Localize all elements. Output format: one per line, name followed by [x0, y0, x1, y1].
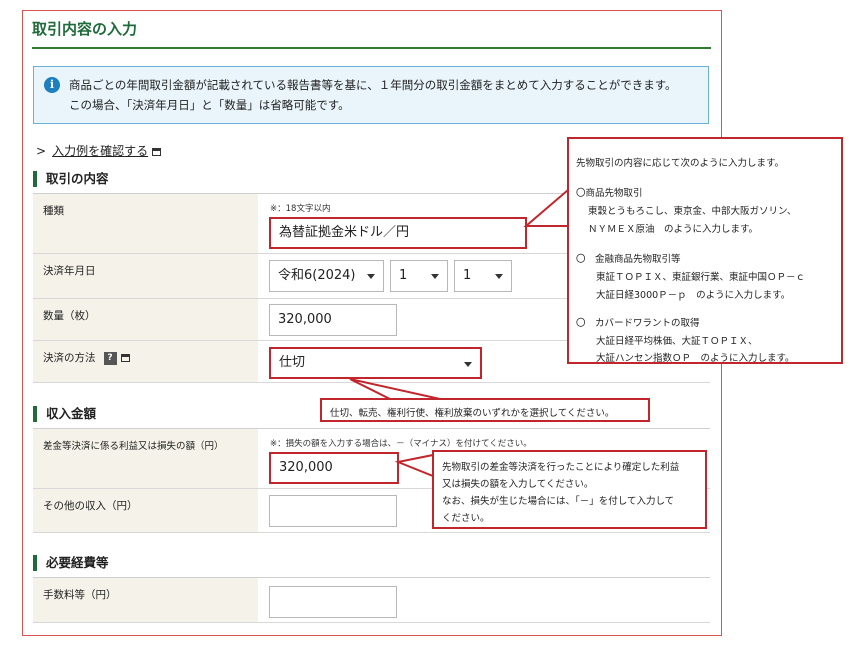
- date-label: 決済年月日: [33, 254, 258, 298]
- callout-text: なお、損失が生じた場合には、「－」を付して入力して: [442, 496, 675, 507]
- input-example-link[interactable]: > 入力例を確認する: [36, 142, 162, 159]
- info-text-line1: 商品ごとの年間取引金額が記載されている報告書等を基に、１年間分の取引金額をまとめ…: [69, 78, 677, 92]
- fee-label: 手数料等（円）: [33, 578, 258, 622]
- section-heading-shunyu: 収入金額: [33, 406, 96, 422]
- quantity-label: 数量（枚）: [33, 299, 258, 340]
- chevron-down-icon: [431, 274, 439, 279]
- callout-text: 〇 カバードワラントの取得: [576, 318, 700, 329]
- method-label-cell: 決済の方法?: [33, 341, 258, 382]
- callout-text: 又は損失の額を入力してください。: [442, 479, 594, 490]
- method-select[interactable]: 仕切: [269, 347, 482, 379]
- kind-label: 種類: [33, 194, 258, 253]
- other-income-input[interactable]: [269, 495, 397, 527]
- callout-text: 東証ＴＯＰＩＸ、東証銀行業、東証中国ＯＰ－ｃ: [596, 272, 806, 283]
- other-income-label: その他の収入（円）: [33, 489, 258, 532]
- kind-note: ※：18文字以内: [270, 204, 331, 214]
- era-year-value: 令和6(2024): [278, 268, 356, 283]
- profit-note: ※：損失の額を入力する場合は、－（マイナス）を付けてください。: [270, 439, 532, 449]
- callout-text: ください。: [442, 513, 490, 524]
- callout-text: 〇商品先物取引: [576, 188, 643, 199]
- chevron-down-icon: [495, 274, 503, 279]
- method-guidance-callout: 仕切、転売、権利行使、権利放棄のいずれかを選択してください。: [320, 398, 650, 422]
- callout-text: 先物取引の内容に応じて次のように入力します。: [576, 158, 785, 169]
- day-select[interactable]: 1: [454, 260, 512, 292]
- callout-text: ＮＹＭＥＸ原油 のように入力します。: [588, 224, 759, 235]
- section-heading-keihi: 必要経費等: [33, 555, 109, 571]
- profit-guidance-callout: 先物取引の差金等決済を行ったことにより確定した利益 又は損失の額を入力してくださ…: [432, 450, 707, 529]
- kind-input[interactable]: 為替証拠金米ドル／円: [269, 217, 527, 249]
- new-window-icon[interactable]: [120, 354, 130, 362]
- kind-guidance-callout: 先物取引の内容に応じて次のように入力します。 〇商品先物取引 東穀とうもろこし、…: [567, 137, 843, 364]
- callout-text: 先物取引の差金等決済を行ったことにより確定した利益: [442, 462, 680, 473]
- month-select[interactable]: 1: [390, 260, 448, 292]
- input-example-link-label[interactable]: 入力例を確認する: [52, 144, 148, 158]
- method-value: 仕切: [279, 355, 306, 370]
- chevron-down-icon: [367, 274, 375, 279]
- method-label: 決済の方法: [43, 352, 96, 364]
- callout-text: 東穀とうもろこし、東京金、中部大阪ガソリン、: [588, 206, 797, 217]
- callout-text: 大証日経3000Ｐ－ｐ のように入力します。: [596, 290, 791, 301]
- callout-text: 大証ハンセン指数ＯＰ のように入力します。: [596, 353, 795, 364]
- page-title: 取引内容の入力: [32, 20, 138, 38]
- fee-input[interactable]: [269, 586, 397, 618]
- info-box: i 商品ごとの年間取引金額が記載されている報告書等を基に、１年間分の取引金額をま…: [33, 66, 709, 124]
- row-fee: 手数料等（円）: [33, 578, 710, 623]
- help-icon[interactable]: ?: [103, 351, 117, 365]
- era-year-select[interactable]: 令和6(2024): [269, 260, 384, 292]
- callout-text: 〇 金融商品先物取引等: [576, 254, 681, 265]
- quantity-input[interactable]: 320,000: [269, 304, 397, 336]
- chevron-right-icon: >: [36, 144, 47, 158]
- month-value: 1: [399, 268, 408, 283]
- title-divider: [32, 47, 711, 49]
- info-text-line2: この場合、「決済年月日」と「数量」は省略可能です。: [69, 98, 350, 112]
- info-icon: i: [44, 77, 60, 93]
- profit-input[interactable]: 320,000: [269, 452, 399, 484]
- day-value: 1: [463, 268, 472, 283]
- callout-text: 大証日経平均株価、大証ＴＯＰＩＸ、: [596, 336, 758, 347]
- chevron-down-icon: [464, 362, 472, 367]
- callout-text: 仕切、転売、権利行使、権利放棄のいずれかを選択してください。: [330, 408, 615, 419]
- section-heading-torihiki: 取引の内容: [33, 171, 109, 187]
- new-window-icon: [152, 148, 162, 156]
- profit-label: 差金等決済に係る利益又は損失の額（円）: [33, 429, 258, 488]
